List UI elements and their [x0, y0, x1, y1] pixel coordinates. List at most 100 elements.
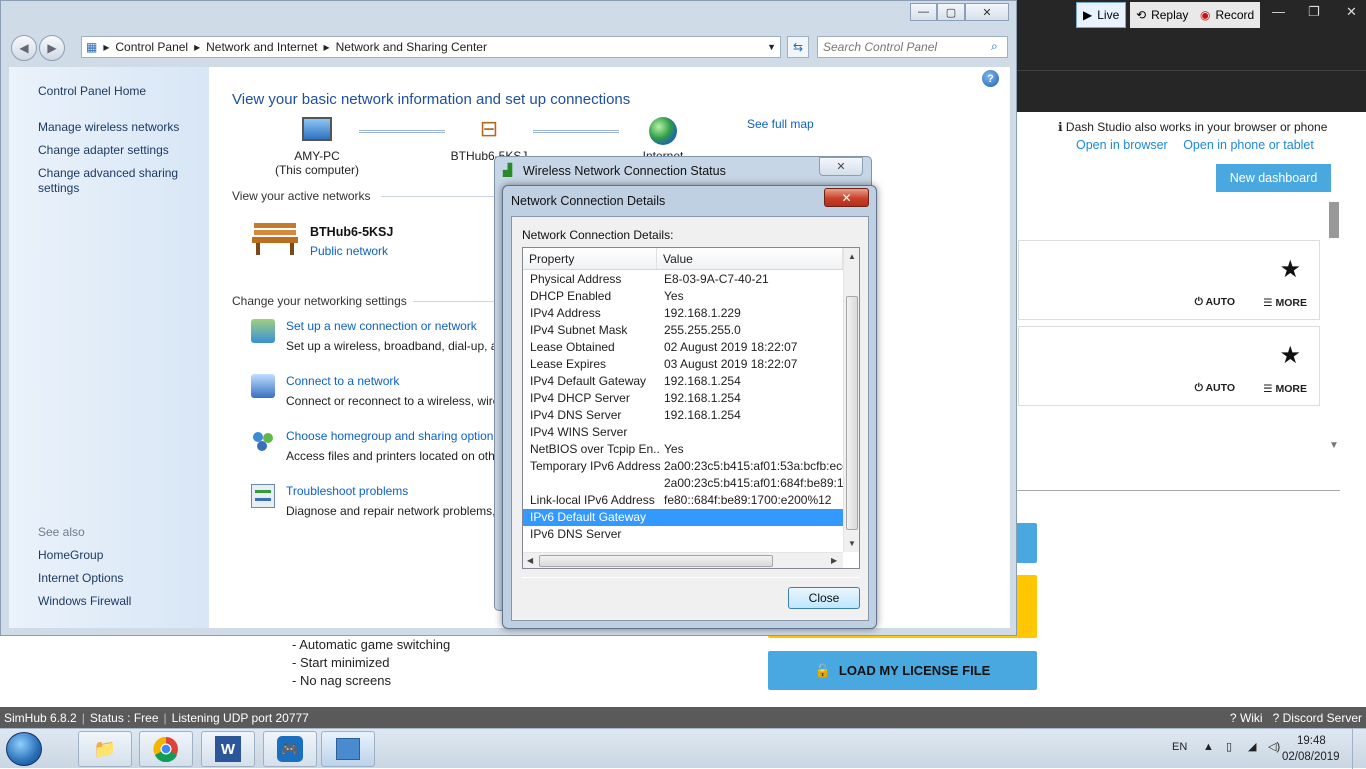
- table-row[interactable]: Physical Address E8-03-9A-C7-40-21: [523, 271, 843, 288]
- sidebar-item-adapter[interactable]: Change adapter settings: [38, 143, 169, 157]
- live-tab[interactable]: ▶ Live: [1076, 2, 1127, 28]
- maximize-icon[interactable]: ▢: [937, 3, 965, 21]
- forward-icon[interactable]: ▶: [39, 35, 65, 61]
- load-license-button[interactable]: 🔓 LOAD MY LICENSE FILE: [768, 651, 1037, 690]
- power-icon: ⏻: [1194, 296, 1203, 308]
- search-icon[interactable]: ⌕: [991, 39, 998, 54]
- scrollbar-thumb[interactable]: [1329, 202, 1339, 238]
- troubleshoot-link[interactable]: Troubleshoot problems: [286, 484, 408, 498]
- vertical-scrollbar[interactable]: ▲ ▼: [843, 248, 859, 552]
- table-row[interactable]: IPv4 Subnet Mask 255.255.255.0: [523, 322, 843, 339]
- column-header-property[interactable]: Property: [523, 248, 657, 269]
- discord-link[interactable]: ? Discord Server: [1273, 711, 1362, 725]
- replay-icon: ⟲: [1136, 8, 1147, 22]
- maximize-icon[interactable]: ❐: [1308, 4, 1320, 20]
- table-row[interactable]: IPv4 DHCP Server 192.168.1.254: [523, 390, 843, 407]
- sidebar-item-internet-options[interactable]: Internet Options: [38, 571, 123, 585]
- setup-connection-link[interactable]: Set up a new connection or network: [286, 319, 477, 333]
- dashboard-card[interactable]: ★ ⏻ AUTO ☰ MORE: [1018, 240, 1320, 320]
- word-icon[interactable]: W: [201, 731, 255, 767]
- sidebar-item-firewall[interactable]: Windows Firewall: [38, 594, 131, 608]
- breadcrumb-item[interactable]: Control Panel: [115, 40, 188, 54]
- table-row[interactable]: IPv6 Default Gateway: [523, 509, 843, 526]
- show-hidden-icons-icon[interactable]: ▲: [1203, 741, 1214, 753]
- homegroup-link[interactable]: Choose homegroup and sharing option: [286, 429, 493, 443]
- table-row[interactable]: IPv4 Address 192.168.1.229: [523, 305, 843, 322]
- breadcrumb-item[interactable]: Network and Internet: [206, 40, 317, 54]
- details-listview[interactable]: Property Value Physical Address E8-03-9A-…: [522, 247, 860, 569]
- table-row[interactable]: Temporary IPv6 Address 2a00:23c5:b415:af0…: [523, 458, 843, 475]
- value-cell: Yes: [664, 289, 684, 303]
- table-row[interactable]: IPv4 DNS Server 192.168.1.254: [523, 407, 843, 424]
- value-cell: fe80::684f:be89:1700:e200%12: [664, 493, 832, 507]
- value-cell: 03 August 2019 18:22:07: [664, 357, 798, 371]
- sidebar-item-homegroup[interactable]: HomeGroup: [38, 548, 103, 562]
- wifi-icon[interactable]: ◢: [1248, 740, 1256, 753]
- minimize-icon[interactable]: —: [910, 3, 937, 21]
- close-icon[interactable]: ✕: [1346, 4, 1357, 20]
- search-input[interactable]: Search Control Panel: [817, 36, 1008, 58]
- see-full-map-link[interactable]: See full map: [747, 117, 814, 131]
- table-row[interactable]: 2a00:23c5:b415:af01:684f:be89:1700: [523, 475, 843, 492]
- show-desktop-button[interactable]: [1352, 729, 1366, 769]
- horizontal-scrollbar[interactable]: ◀ ▶: [523, 552, 843, 568]
- start-button[interactable]: [6, 732, 42, 766]
- scrollbar-thumb[interactable]: [539, 555, 773, 567]
- close-icon[interactable]: ✕: [819, 157, 863, 176]
- property-cell: Link-local IPv6 Address: [530, 493, 655, 507]
- table-row[interactable]: IPv6 DNS Server: [523, 526, 843, 543]
- dashboard-card[interactable]: ★ ⏻ AUTO ☰ MORE: [1018, 326, 1320, 406]
- simhub-icon[interactable]: 🎮: [263, 731, 317, 767]
- dropdown-icon[interactable]: ▼: [767, 42, 776, 52]
- scrollbar-thumb[interactable]: [846, 296, 858, 530]
- help-icon[interactable]: ?: [982, 70, 999, 87]
- minimize-icon[interactable]: —: [1272, 4, 1285, 19]
- open-in-browser-link[interactable]: Open in browser: [1076, 138, 1168, 152]
- blue-button-edge[interactable]: [1016, 523, 1037, 563]
- scroll-down-icon[interactable]: ▼: [1329, 440, 1339, 451]
- sidebar-item-home[interactable]: Control Panel Home: [38, 84, 146, 98]
- control-panel-icon[interactable]: [321, 731, 375, 767]
- breadcrumb-item[interactable]: Network and Sharing Center: [336, 40, 487, 54]
- table-row[interactable]: NetBIOS over Tcpip En... Yes: [523, 441, 843, 458]
- menu-icon: ☰: [1263, 297, 1273, 309]
- sidebar-item-wireless[interactable]: Manage wireless networks: [38, 120, 179, 134]
- chrome-icon[interactable]: [139, 731, 193, 767]
- task-description: Access files and printers located on oth…: [286, 449, 502, 463]
- connect-network-link[interactable]: Connect to a network: [286, 374, 399, 388]
- clock-date[interactable]: 02/08/2019: [1282, 751, 1340, 763]
- network-type-link[interactable]: Public network: [310, 244, 388, 258]
- new-dashboard-button[interactable]: New dashboard: [1216, 164, 1331, 192]
- new-connection-icon: [251, 319, 275, 343]
- star-icon[interactable]: ★: [1279, 255, 1301, 284]
- table-row[interactable]: Link-local IPv6 Address fe80::684f:be89:1…: [523, 492, 843, 509]
- property-cell: IPv6 DNS Server: [530, 527, 622, 541]
- star-icon[interactable]: ★: [1279, 341, 1301, 370]
- close-icon[interactable]: ✕: [824, 188, 869, 207]
- wiki-link[interactable]: ? Wiki: [1230, 711, 1263, 725]
- troubleshoot-icon: [251, 484, 275, 508]
- table-row[interactable]: DHCP Enabled Yes: [523, 288, 843, 305]
- refresh-icon[interactable]: ⇆: [787, 36, 809, 58]
- more-label: MORE: [1275, 297, 1308, 309]
- volume-icon[interactable]: ◁): [1268, 740, 1280, 753]
- column-header-value[interactable]: Value: [657, 248, 843, 269]
- language-indicator[interactable]: EN: [1172, 741, 1187, 753]
- close-button[interactable]: Close: [788, 587, 860, 609]
- table-row[interactable]: Lease Obtained 02 August 2019 18:22:07: [523, 339, 843, 356]
- table-row[interactable]: Lease Expires 03 August 2019 18:22:07: [523, 356, 843, 373]
- close-icon[interactable]: ✕: [965, 3, 1009, 21]
- back-icon[interactable]: ◀: [11, 35, 37, 61]
- dash-studio-panel: ℹ Dash Studio also works in your browser…: [1016, 112, 1366, 512]
- simhub-toolbar: ▶ Live ⟲ Replay ◉ Record — ❐ ✕: [1016, 0, 1366, 112]
- clock-time[interactable]: 19:48: [1297, 735, 1326, 747]
- battery-icon[interactable]: ▯: [1226, 740, 1232, 753]
- open-in-phone-link[interactable]: Open in phone or tablet: [1183, 138, 1314, 152]
- table-row[interactable]: IPv4 WINS Server: [523, 424, 843, 441]
- replay-tab[interactable]: ⟲ Replay: [1130, 2, 1195, 28]
- record-tab[interactable]: ◉ Record: [1194, 2, 1261, 28]
- table-row[interactable]: IPv4 Default Gateway 192.168.1.254: [523, 373, 843, 390]
- file-explorer-icon[interactable]: 📁: [78, 731, 132, 767]
- address-bar[interactable]: ▦ ▸ Control Panel ▸ Network and Internet…: [81, 36, 781, 58]
- sidebar-item-sharing[interactable]: Change advanced sharing settings: [38, 166, 188, 196]
